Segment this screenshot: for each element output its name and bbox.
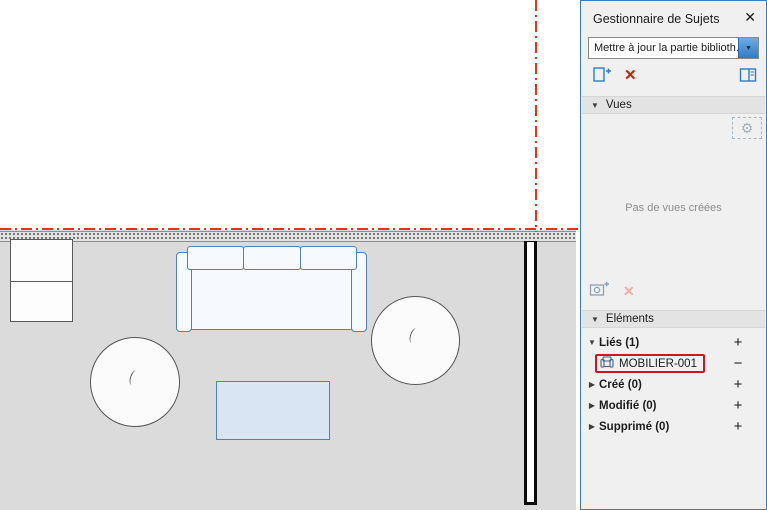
topic-manager-panel: Gestionnaire de Sujets ✕ Mettre à jour l… — [580, 0, 767, 510]
tree-row-mobilier[interactable]: MOBILIER-001 − — [582, 353, 765, 374]
coffee-table[interactable] — [216, 381, 330, 440]
cabinet-divider — [11, 281, 72, 282]
delete-topic-icon[interactable]: ✕ — [624, 66, 637, 84]
drawing-canvas[interactable] — [0, 0, 580, 510]
tree-row-label: Supprimé (0) — [599, 421, 669, 433]
chevron-right-icon[interactable]: ▶ — [585, 380, 599, 389]
vues-empty-text: Pas de vues créées — [581, 202, 766, 214]
chevron-right-icon[interactable]: ▶ — [585, 422, 599, 431]
section-vues[interactable]: ▼ Vues — [582, 96, 765, 114]
close-icon[interactable]: ✕ — [744, 9, 756, 26]
horizontal-centerline[interactable] — [0, 228, 578, 230]
archicad-window: Gestionnaire de Sujets ✕ Mettre à jour l… — [0, 0, 767, 510]
tree-row-supprime[interactable]: ▶ Supprimé (0) + — [582, 416, 765, 437]
round-chair-left[interactable] — [90, 337, 180, 427]
organizer-icon[interactable] — [739, 67, 757, 88]
chevron-down-icon[interactable]: ▼ — [585, 338, 599, 347]
chevron-down-icon: ▼ — [591, 101, 599, 110]
section-vues-label: Vues — [606, 99, 632, 111]
tree-row-label: Modifié (0) — [599, 400, 657, 412]
cabinet[interactable] — [10, 239, 73, 322]
round-chair-right[interactable] — [371, 296, 460, 385]
tree-row-modifie[interactable]: ▶ Modifié (0) + — [582, 395, 765, 416]
tree-row-label: MOBILIER-001 — [619, 358, 697, 370]
update-mode-dropdown[interactable]: Mettre à jour la partie biblioth... ▼ — [588, 37, 759, 59]
sofa[interactable] — [176, 246, 367, 332]
topic-toolbar: ✕ — [588, 63, 759, 91]
sofa-cushion — [243, 246, 300, 270]
section-elements-label: Eléments — [606, 313, 654, 325]
chevron-down-icon: ▼ — [591, 315, 599, 324]
sofa-cushion — [187, 246, 244, 270]
chair-arc-mark — [408, 327, 422, 345]
dropdown-value: Mettre à jour la partie biblioth... — [589, 38, 738, 58]
section-elements[interactable]: ▼ Eléments — [582, 310, 765, 328]
remove-button[interactable]: − — [731, 355, 745, 372]
chevron-down-icon[interactable]: ▼ — [738, 38, 758, 58]
vertical-centerline[interactable] — [535, 0, 537, 232]
remove-view-icon[interactable]: ✕ — [623, 283, 635, 300]
elements-tree: ▼ Liés (1) + MOBILIER-001 — [582, 332, 765, 437]
add-view-icon[interactable] — [589, 280, 610, 302]
add-button[interactable]: + — [731, 418, 745, 435]
add-button[interactable]: + — [731, 376, 745, 393]
sofa-cushions — [187, 246, 356, 270]
furniture-icon — [600, 355, 614, 373]
view-actions: ✕ — [589, 280, 635, 302]
panel-title: Gestionnaire de Sujets — [593, 12, 719, 26]
tree-row-label: Liés (1) — [599, 337, 639, 349]
sofa-cushion — [300, 246, 357, 270]
gear-icon[interactable]: ⚙ — [732, 117, 762, 139]
wall-column[interactable] — [524, 241, 537, 505]
tree-row-cree[interactable]: ▶ Créé (0) + — [582, 374, 765, 395]
add-button[interactable]: + — [731, 334, 745, 351]
wall-hatch-band[interactable] — [0, 231, 576, 242]
add-button[interactable]: + — [731, 397, 745, 414]
chevron-right-icon[interactable]: ▶ — [585, 401, 599, 410]
tree-row-lies[interactable]: ▼ Liés (1) + — [582, 332, 765, 353]
new-topic-icon[interactable] — [592, 66, 612, 89]
tree-row-label: Créé (0) — [599, 379, 642, 391]
selection-highlight: MOBILIER-001 — [595, 354, 705, 373]
chair-arc-mark — [127, 369, 141, 387]
sofa-seat — [189, 266, 354, 330]
